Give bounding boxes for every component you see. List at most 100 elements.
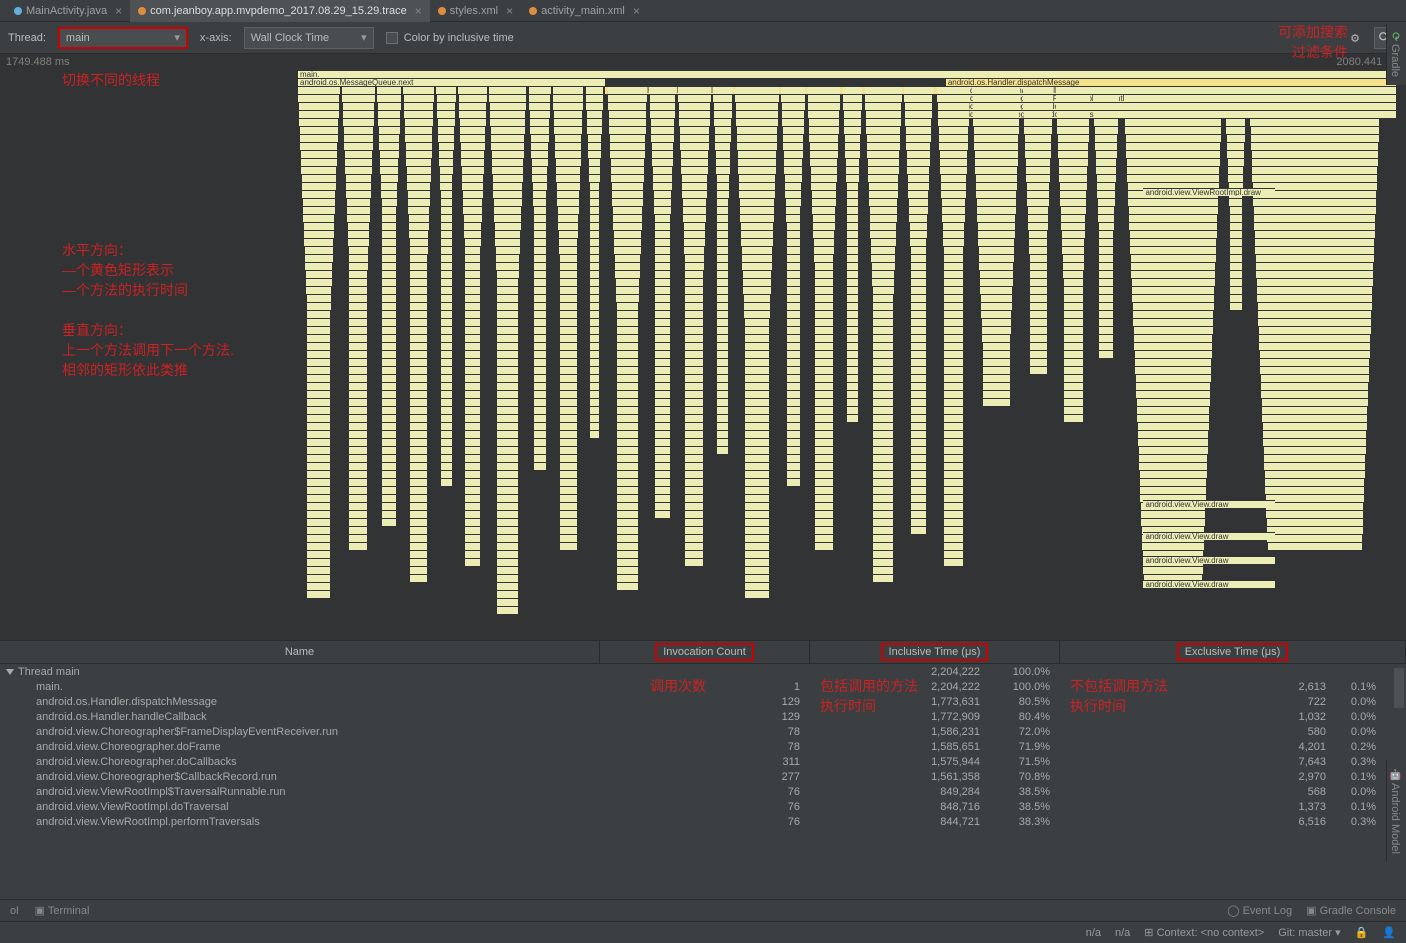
flame-frame[interactable] — [1262, 406, 1367, 414]
flame-frame[interactable] — [787, 310, 800, 318]
flame-frame[interactable] — [378, 118, 400, 126]
flame-frame[interactable] — [617, 350, 639, 358]
flame-frame[interactable] — [1265, 478, 1364, 486]
flame-frame[interactable] — [906, 134, 931, 142]
flame-frame[interactable] — [717, 294, 728, 302]
flame-frame[interactable] — [1249, 86, 1381, 94]
flame-frame[interactable] — [717, 326, 728, 334]
flame-frame[interactable] — [911, 278, 927, 286]
flame-frame[interactable] — [438, 126, 454, 134]
flame-frame[interactable] — [349, 406, 367, 414]
flame-frame[interactable] — [1257, 278, 1373, 286]
flame-frame[interactable] — [407, 174, 430, 182]
flame-frame[interactable] — [303, 198, 336, 206]
side-tab-gradle[interactable]: ⟳ Gradle — [1386, 24, 1406, 85]
flame-frame[interactable] — [1230, 230, 1242, 238]
flame-frame[interactable] — [938, 118, 968, 126]
flame-frame[interactable] — [911, 270, 927, 278]
flame-frame[interactable] — [873, 478, 894, 486]
flame-frame[interactable] — [497, 526, 518, 534]
flame-frame[interactable] — [307, 494, 330, 502]
flame-frame[interactable] — [441, 190, 452, 198]
flame-frame[interactable] — [616, 286, 639, 294]
flame-frame[interactable] — [911, 502, 927, 510]
flame-frame[interactable] — [944, 414, 962, 422]
flame-frame[interactable] — [410, 334, 427, 342]
flame-frame[interactable] — [464, 214, 482, 222]
flame-frame[interactable] — [530, 126, 549, 134]
flame-frame[interactable] — [497, 326, 518, 334]
flame-frame[interactable] — [680, 142, 708, 150]
flame-frame[interactable] — [377, 86, 401, 94]
flame-frame[interactable] — [307, 334, 330, 342]
flame-frame[interactable] — [843, 94, 862, 102]
flame-frame[interactable] — [872, 278, 894, 286]
flame-frame[interactable] — [346, 190, 370, 198]
flame-frame[interactable] — [910, 222, 927, 230]
flame-frame[interactable] — [1254, 214, 1375, 222]
flame-frame[interactable] — [410, 494, 427, 502]
flame-frame[interactable] — [1059, 158, 1088, 166]
flame-frame[interactable] — [944, 302, 962, 310]
flame-frame[interactable] — [685, 286, 703, 294]
flame-frame[interactable] — [745, 590, 769, 598]
flame-frame[interactable] — [1030, 350, 1047, 358]
flame-frame[interactable] — [590, 270, 600, 278]
flame-frame[interactable] — [497, 430, 518, 438]
flame-frame[interactable] — [617, 494, 639, 502]
flame-frame[interactable] — [349, 270, 367, 278]
flame-frame[interactable] — [465, 342, 481, 350]
flame-frame[interactable] — [873, 550, 894, 558]
flame-frame[interactable] — [717, 382, 728, 390]
flame-frame[interactable] — [813, 214, 835, 222]
flame-frame[interactable] — [910, 230, 927, 238]
flame-frame[interactable] — [382, 206, 396, 214]
flame-frame[interactable] — [655, 390, 669, 398]
flame-frame[interactable] — [382, 382, 395, 390]
flame-frame[interactable] — [556, 174, 579, 182]
flame-frame[interactable] — [1030, 366, 1047, 374]
flame-frame[interactable] — [557, 190, 579, 198]
flame-frame[interactable] — [382, 438, 395, 446]
flame-frame[interactable] — [441, 334, 452, 342]
table-row[interactable]: android.os.Handler.handleCallback1291,77… — [0, 709, 1406, 724]
flame-frame[interactable] — [655, 462, 669, 470]
flame-frame[interactable] — [307, 590, 330, 598]
flame-frame[interactable] — [345, 158, 372, 166]
flame-frame[interactable] — [349, 494, 367, 502]
flame-frame[interactable] — [560, 374, 577, 382]
flame-frame[interactable] — [349, 510, 367, 518]
flame-frame[interactable] — [1137, 406, 1209, 414]
flame-frame[interactable] — [349, 390, 367, 398]
flame-frame[interactable] — [534, 350, 546, 358]
flame-frame[interactable] — [873, 310, 894, 318]
terminal-tab[interactable]: ▣ Terminal — [35, 904, 90, 917]
flame-frame[interactable] — [787, 438, 800, 446]
flame-frame[interactable] — [650, 110, 674, 118]
flame-frame[interactable] — [847, 366, 858, 374]
flame-frame[interactable] — [1056, 86, 1091, 94]
flame-frame[interactable] — [873, 542, 894, 550]
flame-frame[interactable] — [1030, 270, 1047, 278]
flame-frame[interactable] — [613, 222, 641, 230]
flame-frame[interactable] — [410, 278, 427, 286]
flame-frame[interactable] — [1024, 110, 1053, 118]
flame-frame[interactable] — [812, 206, 835, 214]
flame-frame[interactable] — [815, 430, 833, 438]
flame-frame[interactable] — [497, 542, 518, 550]
flame-frame[interactable] — [1030, 278, 1047, 286]
flame-frame[interactable] — [441, 326, 452, 334]
flame-frame[interactable] — [617, 534, 639, 542]
flame-frame[interactable] — [655, 334, 669, 342]
flame-frame[interactable] — [1140, 478, 1207, 486]
flame-frame[interactable]: android.os.MessageQueue.next — [298, 78, 605, 86]
flame-frame[interactable] — [1261, 382, 1368, 390]
flame-frame[interactable] — [682, 182, 707, 190]
flame-frame[interactable] — [865, 94, 902, 102]
flame-frame[interactable] — [299, 110, 339, 118]
flame-frame[interactable] — [907, 166, 929, 174]
flame-frame[interactable] — [1029, 246, 1047, 254]
flame-frame[interactable] — [679, 110, 710, 118]
flame-frame[interactable] — [683, 206, 706, 214]
flame-frame[interactable] — [813, 230, 834, 238]
